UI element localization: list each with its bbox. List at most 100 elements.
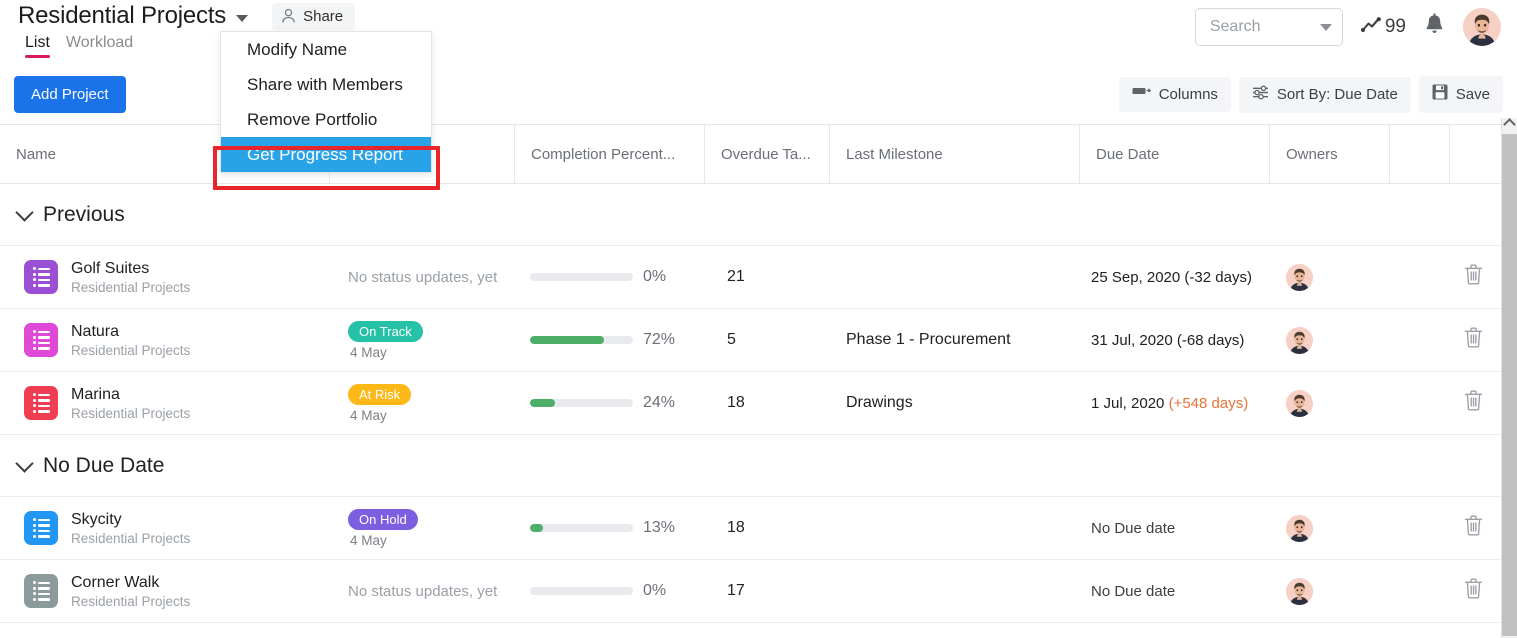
cell-delete [1464, 309, 1502, 371]
top-right-actions: Search 99 [1195, 8, 1501, 46]
delete-row-trash-icon[interactable] [1464, 264, 1483, 290]
owner-avatar[interactable] [1286, 515, 1313, 542]
column-header[interactable]: Overdue Ta... [705, 125, 830, 184]
tab-workload[interactable]: Workload [66, 34, 133, 58]
cell-status[interactable]: At Risk4 May [348, 372, 515, 434]
due-date-text: No Due date [1091, 583, 1175, 600]
add-project-button[interactable]: Add Project [14, 76, 126, 113]
group-header[interactable]: No Due Date [0, 435, 1502, 497]
table-row[interactable]: MarinaResidential ProjectsAt Risk4 May24… [0, 372, 1502, 435]
sort-by-button[interactable]: Sort By: Due Date [1239, 77, 1411, 113]
menu-item-label: Remove Portfolio [247, 110, 377, 130]
menu-item-modify-name[interactable]: Modify Name [221, 32, 431, 67]
cell-overdue-tasks: 17 [727, 560, 830, 622]
menu-item-remove-portfolio[interactable]: Remove Portfolio [221, 102, 431, 137]
due-date-label: No Due date [1091, 583, 1175, 600]
chevron-down-icon[interactable] [15, 203, 33, 221]
delete-row-trash-icon[interactable] [1464, 390, 1483, 416]
group-header[interactable]: Previous [0, 184, 1502, 246]
due-date-text: 1 Jul, 2020 [1091, 395, 1169, 412]
columns-button[interactable]: Columns [1119, 77, 1231, 112]
share-button[interactable]: Share [272, 3, 355, 30]
tab-list[interactable]: List [25, 34, 50, 58]
tab-workload-label: Workload [66, 34, 133, 51]
cell-overdue-tasks: 18 [727, 372, 830, 434]
owner-avatar[interactable] [1286, 578, 1313, 605]
menu-item-get-progress-report[interactable]: Get Progress Report [221, 137, 431, 172]
delete-row-trash-icon[interactable] [1464, 578, 1483, 604]
user-avatar[interactable] [1463, 8, 1501, 46]
table-row[interactable]: Golf Suites Residential Projects No status… [0, 246, 1502, 309]
scrollbar-thumb[interactable] [1502, 134, 1517, 636]
column-header[interactable]: Completion Percent... [515, 125, 705, 184]
columns-icon [1132, 85, 1151, 104]
project-list-icon [24, 260, 58, 294]
completion-progress-bar [530, 273, 633, 281]
due-date-text: 31 Jul, 2020 (-68 days) [1091, 332, 1244, 349]
project-portfolio-label: Residential Projects [71, 594, 190, 609]
column-header[interactable]: Last Milestone [830, 125, 1080, 184]
cell-status[interactable]: No status updates, yet [348, 246, 515, 308]
column-header-label: Name [16, 146, 56, 163]
due-date-text: 25 Sep, 2020 (-32 days) [1091, 269, 1252, 286]
cell-completion: 0% [530, 246, 705, 308]
due-date-label: No Due date [1091, 520, 1175, 537]
project-name[interactable]: Golf Suites [71, 260, 190, 278]
project-portfolio-label: Residential Projects [71, 280, 190, 295]
cell-status[interactable]: On Track4 May [348, 309, 515, 371]
cell-status[interactable]: On Hold4 May [348, 497, 515, 559]
search-input[interactable]: Search [1195, 8, 1343, 46]
project-name[interactable]: Marina [71, 386, 190, 404]
vertical-scrollbar[interactable] [1501, 118, 1517, 638]
completion-percent-label: 72% [643, 331, 675, 349]
project-list-icon [24, 386, 58, 420]
project-name[interactable]: Corner Walk [71, 574, 190, 592]
table-row[interactable]: NaturaResidential ProjectsOn Track4 May7… [0, 309, 1502, 372]
owner-avatar[interactable] [1286, 390, 1313, 417]
completion-percent-label: 0% [643, 582, 666, 600]
delete-row-trash-icon[interactable] [1464, 327, 1483, 353]
search-placeholder: Search [1210, 18, 1261, 36]
table-body: Previous Golf Suites Residential Projects N… [0, 184, 1502, 623]
save-button[interactable]: Save [1419, 76, 1503, 113]
menu-item-share-with-members[interactable]: Share with Members [221, 67, 431, 102]
group-header-label: Previous [43, 203, 125, 227]
notifications-bell-icon[interactable] [1424, 13, 1445, 41]
project-name[interactable]: Natura [71, 323, 190, 341]
owner-avatar[interactable] [1286, 264, 1313, 291]
portfolio-menu-caret-icon[interactable] [236, 15, 248, 22]
last-milestone-label: Phase 1 - Procurement [846, 331, 1011, 349]
table-row[interactable]: Corner Walk Residential Projects No status… [0, 560, 1502, 623]
cell-spacer [1390, 372, 1450, 434]
cell-status[interactable]: No status updates, yet [348, 560, 515, 622]
chevron-down-icon[interactable] [15, 454, 33, 472]
scroll-up-arrow-icon[interactable] [1503, 118, 1516, 131]
cell-due-date: 31 Jul, 2020 (-68 days) [1091, 309, 1270, 371]
cell-owners [1286, 497, 1390, 559]
cell-last-milestone [846, 497, 1080, 559]
delete-row-trash-icon[interactable] [1464, 515, 1483, 541]
completion-progress-fill [530, 524, 543, 532]
sort-icon [1252, 85, 1269, 105]
overdue-tasks-count: 5 [727, 331, 736, 349]
status-empty-label: No status updates, yet [348, 583, 497, 600]
cell-last-milestone [846, 560, 1080, 622]
status-badge: On Track [348, 321, 423, 342]
cell-owners [1286, 309, 1390, 371]
project-list-icon [24, 323, 58, 357]
column-header[interactable]: Owners [1270, 125, 1390, 184]
cell-spacer [1390, 497, 1450, 559]
column-header[interactable] [1450, 125, 1502, 184]
owner-avatar[interactable] [1286, 327, 1313, 354]
table-row[interactable]: SkycityResidential ProjectsOn Hold4 May1… [0, 497, 1502, 560]
cell-last-milestone [846, 246, 1080, 308]
column-header[interactable]: Due Date [1080, 125, 1270, 184]
column-header[interactable] [1390, 125, 1450, 184]
chevron-down-icon[interactable] [1320, 24, 1332, 31]
activity-stat-button[interactable]: 99 [1361, 16, 1406, 39]
project-name[interactable]: Skycity [71, 511, 190, 529]
completion-progress-fill [530, 336, 604, 344]
cell-due-date: No Due date [1091, 497, 1270, 559]
due-date-label: 31 Jul, 2020 (-68 days) [1091, 332, 1244, 349]
activity-count: 99 [1385, 16, 1406, 38]
